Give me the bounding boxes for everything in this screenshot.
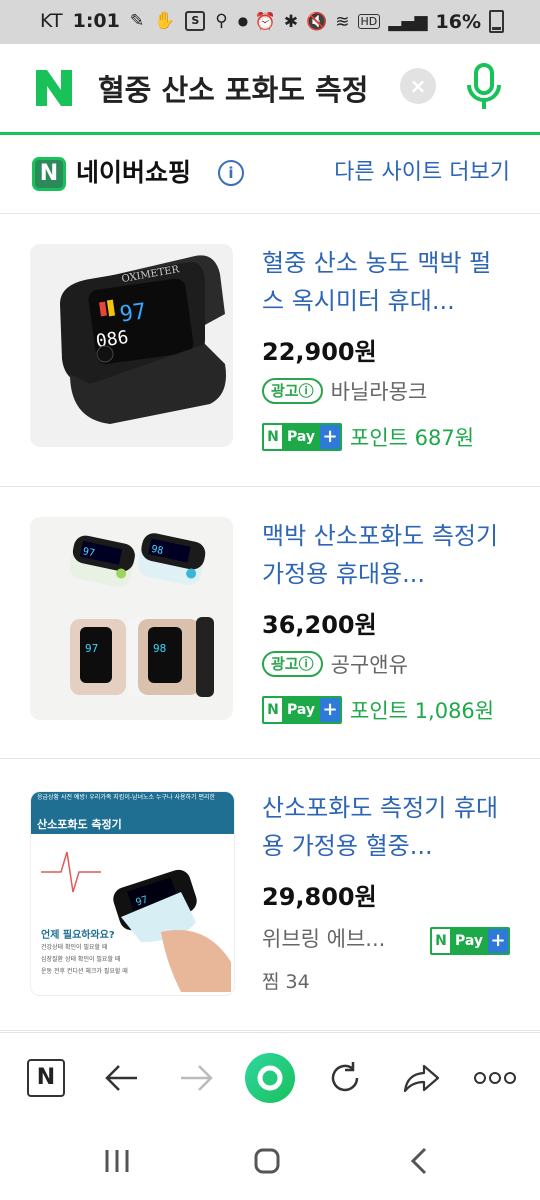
naver-logo-icon[interactable] xyxy=(32,66,76,110)
hand-icon: ✋ xyxy=(154,11,176,31)
product-image[interactable]: OXIMETER 97 086 xyxy=(30,244,233,447)
system-nav-bar xyxy=(0,1122,540,1200)
microphone-icon[interactable] xyxy=(464,62,504,114)
naver-home-icon: N xyxy=(27,1059,65,1097)
more-sites-link[interactable]: 다른 사이트 더보기 xyxy=(334,157,510,189)
plus-icon: + xyxy=(320,425,341,449)
product-title[interactable]: 맥박 산소포화도 측정기 가정용 휴대용... xyxy=(262,517,510,593)
status-bar: KT 1:01 ✎ ✋ S ⚲ ● ⏰ ✱ 🔇 ≋ HD ▂▄▆ 16% xyxy=(0,0,540,44)
product-image[interactable]: 97 98 97 98 xyxy=(30,517,233,720)
hd-badge: HD xyxy=(357,14,381,29)
more-menu-button[interactable] xyxy=(470,1033,520,1123)
plus-icon: + xyxy=(320,698,341,722)
search-input[interactable]: 혈중 산소 포화도 측정 xyxy=(98,68,383,112)
s-app-icon: S xyxy=(185,11,206,31)
product-image[interactable]: 응급상황 사전 예방! 우리가족 지킴이-남녀노소 누구나 사용하기 편리한 산… xyxy=(30,791,235,996)
npay-row: N Pay + 포인트 1,086원 xyxy=(262,695,494,725)
svg-text:97: 97 xyxy=(118,299,148,327)
thumb-check-item: 건강상태 확인이 필요할 때 xyxy=(41,944,108,951)
info-icon[interactable]: i xyxy=(218,160,244,186)
green-dot-button[interactable] xyxy=(243,1033,297,1123)
npay-badge: N Pay + xyxy=(262,696,343,724)
alarm-icon: ⏰ xyxy=(254,11,276,32)
svg-text:98: 98 xyxy=(153,642,166,655)
svg-text:97: 97 xyxy=(85,642,98,655)
section-title: 네이버쇼핑 xyxy=(76,158,192,187)
seller-row: 광고ⓘ 바닐라몽크 xyxy=(262,376,427,406)
accessibility-icon: ⚲ xyxy=(215,11,228,31)
product-title[interactable]: 산소포화도 측정기 휴대용 가정용 혈중... xyxy=(262,789,510,865)
product-card[interactable]: 응급상황 사전 예방! 우리가족 지킴이-남녀노소 누구나 사용하기 편리한 산… xyxy=(0,759,540,1031)
battery-percent: 16% xyxy=(435,10,481,33)
seller-name[interactable]: 공구앤유 xyxy=(331,649,408,679)
green-dot-icon xyxy=(245,1053,295,1103)
share-icon xyxy=(403,1064,440,1093)
signal-icon: ▂▄▆ xyxy=(388,11,428,32)
product-card[interactable]: OXIMETER 97 086 혈중 산소 농도 맥박 펄스 옥시미터 휴대..… xyxy=(0,214,540,487)
back-arrow-icon xyxy=(105,1065,137,1091)
clock: 1:01 xyxy=(72,10,120,32)
system-back-button[interactable] xyxy=(394,1122,444,1200)
more-dots-icon xyxy=(474,1072,516,1084)
forward-button[interactable] xyxy=(172,1033,222,1123)
thumb-check-item: 운동 전후 컨디션 체크가 필요할 때 xyxy=(41,968,128,975)
back-button[interactable] xyxy=(96,1033,146,1123)
seller-name[interactable]: 위브링 에브... xyxy=(262,923,385,953)
thumb-check-item: 심장질환 상태 확인이 필요할 때 xyxy=(41,956,121,963)
thumb-question: 언제 필요하와요? xyxy=(41,930,115,941)
naver-shopping-logo-icon: N xyxy=(32,157,66,191)
product-price: 36,200원 xyxy=(262,611,377,639)
product-price: 29,800원 xyxy=(262,883,377,911)
battery-icon xyxy=(489,10,504,33)
ad-badge[interactable]: 광고ⓘ xyxy=(262,378,323,404)
search-header: 혈중 산소 포화도 측정 × xyxy=(0,44,540,135)
home-button[interactable] xyxy=(242,1122,292,1200)
forward-arrow-icon xyxy=(181,1065,213,1091)
product-title[interactable]: 혈중 산소 농도 맥박 펄스 옥시미터 휴대... xyxy=(262,244,510,320)
clear-search-button[interactable]: × xyxy=(400,68,436,104)
pen-icon: ✎ xyxy=(129,11,145,31)
browser-toolbar: N xyxy=(0,1032,540,1123)
wifi-icon: ≋ xyxy=(335,11,350,32)
home-icon xyxy=(254,1148,280,1174)
recent-apps-button[interactable] xyxy=(92,1122,142,1200)
point-text: 포인트 687원 xyxy=(350,426,475,450)
dot-icon: ● xyxy=(237,14,249,28)
refresh-button[interactable] xyxy=(320,1033,370,1123)
wishlist-count: 찜 34 xyxy=(262,971,310,993)
seller-name[interactable]: 바닐라몽크 xyxy=(331,376,428,406)
point-text: 포인트 1,086원 xyxy=(350,699,495,723)
npay-badge: N Pay + xyxy=(262,423,343,451)
npay-row: N Pay + 포인트 687원 xyxy=(262,422,474,452)
share-button[interactable] xyxy=(396,1033,446,1123)
ad-badge[interactable]: 광고ⓘ xyxy=(262,651,323,677)
chevron-left-icon xyxy=(410,1147,427,1175)
mute-icon: 🔇 xyxy=(306,11,328,32)
npay-badge: N Pay + xyxy=(430,927,511,955)
product-price: 22,900원 xyxy=(262,338,377,366)
recent-apps-icon xyxy=(105,1150,129,1172)
shopping-section-header: N 네이버쇼핑 i 다른 사이트 더보기 xyxy=(0,135,540,214)
refresh-icon xyxy=(331,1062,359,1092)
plus-icon: + xyxy=(488,929,509,953)
seller-row: 광고ⓘ 공구앤유 xyxy=(262,649,408,679)
carrier-label: KT xyxy=(40,10,63,32)
product-card[interactable]: 97 98 97 98 맥박 산소포화도 측정기 가정용 휴대용... 36,2… xyxy=(0,487,540,759)
bluetooth-icon: ✱ xyxy=(283,11,299,32)
naver-home-button[interactable]: N xyxy=(22,1033,70,1123)
